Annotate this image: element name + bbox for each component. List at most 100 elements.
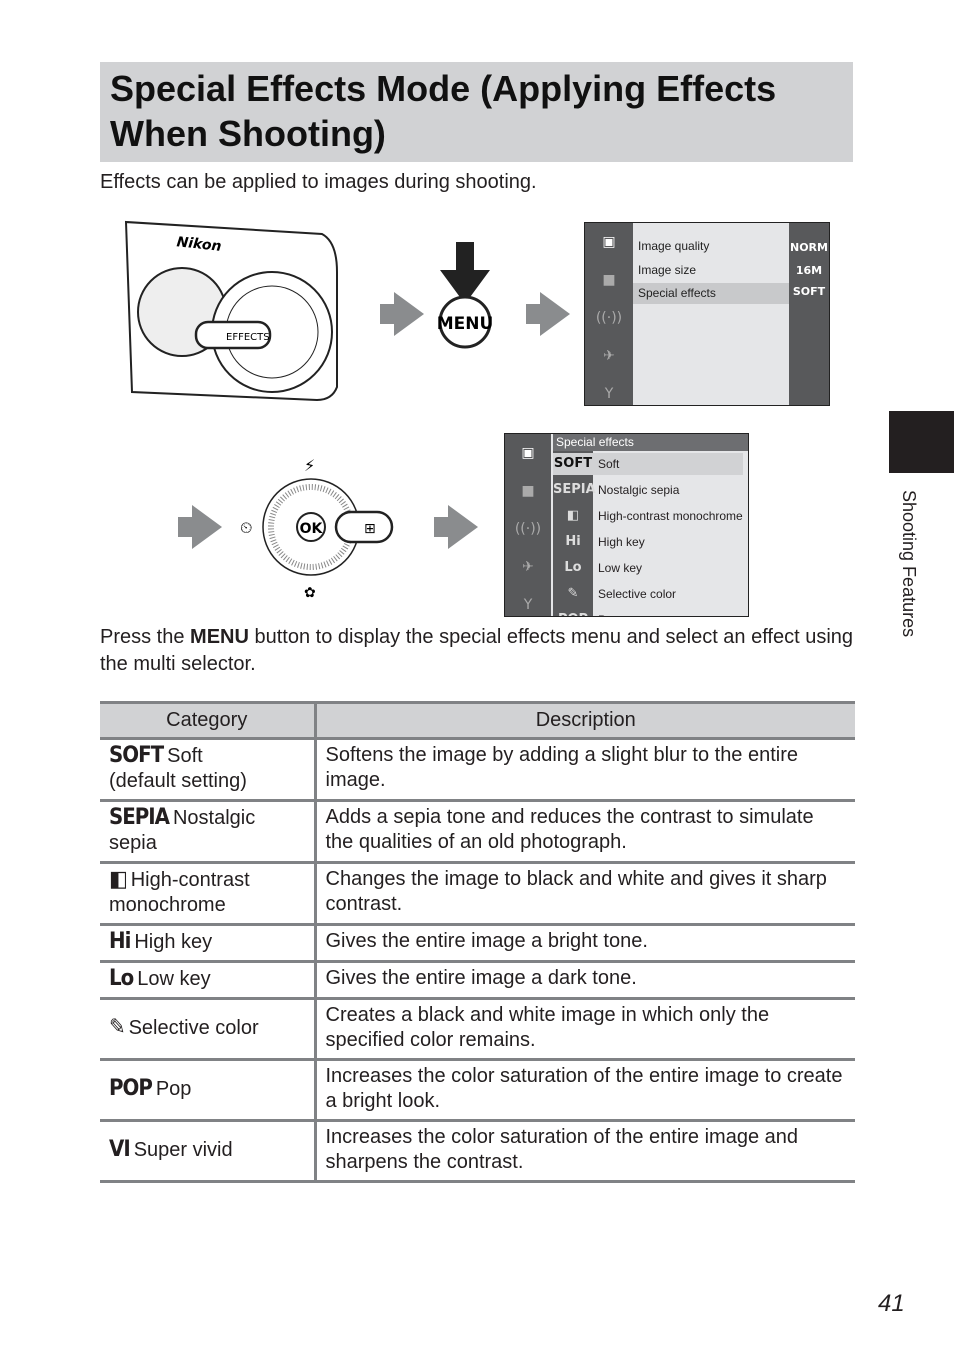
effect-icon: Hi bbox=[565, 534, 581, 549]
effect-icon: SOFT bbox=[109, 743, 164, 768]
description-cell: Gives the entire image a bright tone. bbox=[315, 924, 855, 963]
effect-icon: POP bbox=[109, 1076, 153, 1101]
category-name: High key bbox=[134, 931, 213, 953]
movie-icon: ■ bbox=[521, 483, 535, 499]
flash-icon: ⚡ bbox=[304, 456, 315, 475]
column-header-description: Description bbox=[315, 701, 855, 740]
category-cell: ◧ High-contrast monochrome bbox=[100, 862, 317, 926]
effect-icon: ✎ bbox=[567, 586, 579, 601]
menu-button-label: MENU bbox=[437, 314, 494, 334]
category-cell: SEPIA Nostalgic sepia bbox=[100, 800, 317, 864]
instruction-text: Press the MENU button to display the spe… bbox=[100, 624, 860, 678]
effects-menu-item[interactable]: ◧ High-contrast monochrome bbox=[553, 505, 743, 527]
table-row: SOFT Soft (default setting) Softens the im… bbox=[100, 738, 855, 802]
section-tab bbox=[889, 411, 954, 473]
description-cell: Softens the image by adding a slight blu… bbox=[315, 738, 855, 802]
effect-icon: Lo bbox=[564, 560, 582, 575]
category-cell: POP Pop bbox=[100, 1059, 317, 1122]
table-row: ✎ Selective color Creates a black and whi… bbox=[100, 998, 855, 1061]
category-name: Soft bbox=[167, 745, 203, 767]
shooting-menu-screen: ▣ ■ ((·)) ✈ Y Image quality Image size Speci… bbox=[584, 222, 830, 406]
table-row: VI Super vivid Increases the color satura… bbox=[100, 1120, 855, 1183]
section-label: Shooting Features bbox=[899, 490, 919, 638]
effect-icon: Lo bbox=[109, 966, 134, 991]
page-number: 41 bbox=[878, 1290, 905, 1317]
category-cell: SOFT Soft (default setting) bbox=[100, 738, 317, 802]
intro-text: Effects can be applied to images during … bbox=[100, 171, 537, 193]
arrow-right-icon bbox=[178, 505, 222, 549]
category-cell: Hi High key bbox=[100, 924, 317, 963]
wifi-icon: ((·)) bbox=[595, 310, 623, 326]
effect-label: Soft bbox=[598, 457, 620, 471]
category-name: Super vivid bbox=[133, 1139, 233, 1161]
menu-button-glyph: MENU bbox=[190, 626, 249, 648]
self-timer-icon: ⏲ bbox=[240, 518, 252, 537]
menu-item-special-effects[interactable]: Special effects bbox=[633, 283, 791, 304]
wifi-icon: ((·)) bbox=[514, 521, 542, 537]
camera-icon: ▣ bbox=[602, 234, 616, 250]
menu-button-illustration: MENU bbox=[437, 242, 494, 349]
effect-icon: Hi bbox=[109, 929, 131, 954]
effects-menu-item[interactable]: SEPIA Nostalgic sepia bbox=[553, 479, 743, 501]
effects-menu-item[interactable]: Hi High key bbox=[553, 531, 743, 553]
table-row: POP Pop Increases the color saturation of… bbox=[100, 1059, 855, 1122]
category-cell: VI Super vivid bbox=[100, 1120, 317, 1183]
arrow-right-icon bbox=[526, 292, 570, 336]
effect-label: Pop bbox=[598, 609, 619, 616]
arrow-right-icon bbox=[380, 292, 424, 336]
wrench-icon: Y bbox=[523, 597, 533, 613]
camera-mode-dial-illustration: Nikon EFFECTS bbox=[124, 220, 338, 402]
effect-label: High-contrast monochrome bbox=[598, 509, 743, 523]
satellite-icon: ✈ bbox=[603, 348, 615, 364]
image-size-value: 16M bbox=[795, 264, 823, 277]
effect-icon: SEPIA bbox=[109, 805, 170, 830]
effect-label: Low key bbox=[598, 561, 643, 575]
table-row: Lo Low key Gives the entire image a dark … bbox=[100, 961, 855, 1000]
effect-icon: ◧ bbox=[109, 867, 128, 892]
description-cell: Creates a black and white image in which… bbox=[315, 998, 855, 1061]
category-name: Low key bbox=[137, 968, 211, 990]
category-cell: Lo Low key bbox=[100, 961, 317, 1000]
instruction-prefix: Press the bbox=[100, 626, 191, 648]
multi-selector-illustration: ⚡ ⏲ ✿ OK ⊞ bbox=[240, 456, 394, 600]
macro-icon: ✿ bbox=[304, 585, 316, 600]
menu-item-image-quality[interactable]: Image quality bbox=[638, 239, 709, 253]
description-cell: Changes the image to black and white and… bbox=[315, 862, 855, 926]
effects-menu-item[interactable]: ✎ Selective color bbox=[553, 583, 743, 605]
effect-icon: VI bbox=[109, 1137, 131, 1162]
category-note: (default setting) bbox=[109, 770, 247, 792]
description-cell: Gives the entire image a dark tone. bbox=[315, 961, 855, 1000]
category-name: Pop bbox=[155, 1078, 192, 1100]
special-effects-value: SOFT bbox=[792, 285, 826, 298]
category-name: Selective color bbox=[128, 1017, 259, 1039]
page-title: Special Effects Mode (Applying Effects W… bbox=[100, 62, 853, 162]
column-header-category: Category bbox=[100, 701, 317, 740]
camera-icon: ▣ bbox=[521, 445, 535, 461]
effects-dial-label: EFFECTS bbox=[226, 332, 270, 343]
effects-menu-item[interactable]: POP Pop bbox=[553, 609, 743, 616]
ok-button-label: OK bbox=[300, 521, 324, 537]
effect-icon: SEPIA bbox=[553, 482, 596, 497]
movie-icon: ■ bbox=[602, 272, 616, 288]
menu-item-image-size[interactable]: Image size bbox=[638, 263, 696, 277]
table-row: SEPIA Nostalgic sepia Adds a sepia tone a… bbox=[100, 800, 855, 864]
effect-label: Selective color bbox=[598, 587, 677, 601]
effect-icon: ✎ bbox=[109, 1015, 126, 1040]
category-name: High-contrast monochrome bbox=[109, 869, 250, 916]
category-cell: ✎ Selective color bbox=[100, 998, 317, 1061]
special-effects-menu-screen: ▣ ■ ((·)) ✈ Y Special effects SOFT Soft SEPI… bbox=[504, 433, 749, 617]
effect-label: High key bbox=[598, 535, 645, 549]
effects-menu-item[interactable]: Lo Low key bbox=[553, 557, 743, 579]
description-cell: Increases the color saturation of the en… bbox=[315, 1059, 855, 1122]
effects-menu-item[interactable]: SOFT Soft bbox=[553, 453, 743, 475]
effects-table: Category Description SOFT Soft (default set… bbox=[100, 701, 855, 1183]
description-cell: Increases the color saturation of the en… bbox=[315, 1120, 855, 1183]
image-quality-value: NORM bbox=[790, 241, 828, 254]
table-row: Hi High key Gives the entire image a brig… bbox=[100, 924, 855, 963]
wrench-icon: Y bbox=[604, 386, 614, 402]
description-cell: Adds a sepia tone and reduces the contra… bbox=[315, 800, 855, 864]
effect-icon: SOFT bbox=[553, 456, 593, 471]
exposure-compensation-icon: ⊞ bbox=[364, 521, 376, 537]
arrow-right-icon bbox=[434, 505, 478, 549]
effect-label: Nostalgic sepia bbox=[598, 483, 680, 497]
